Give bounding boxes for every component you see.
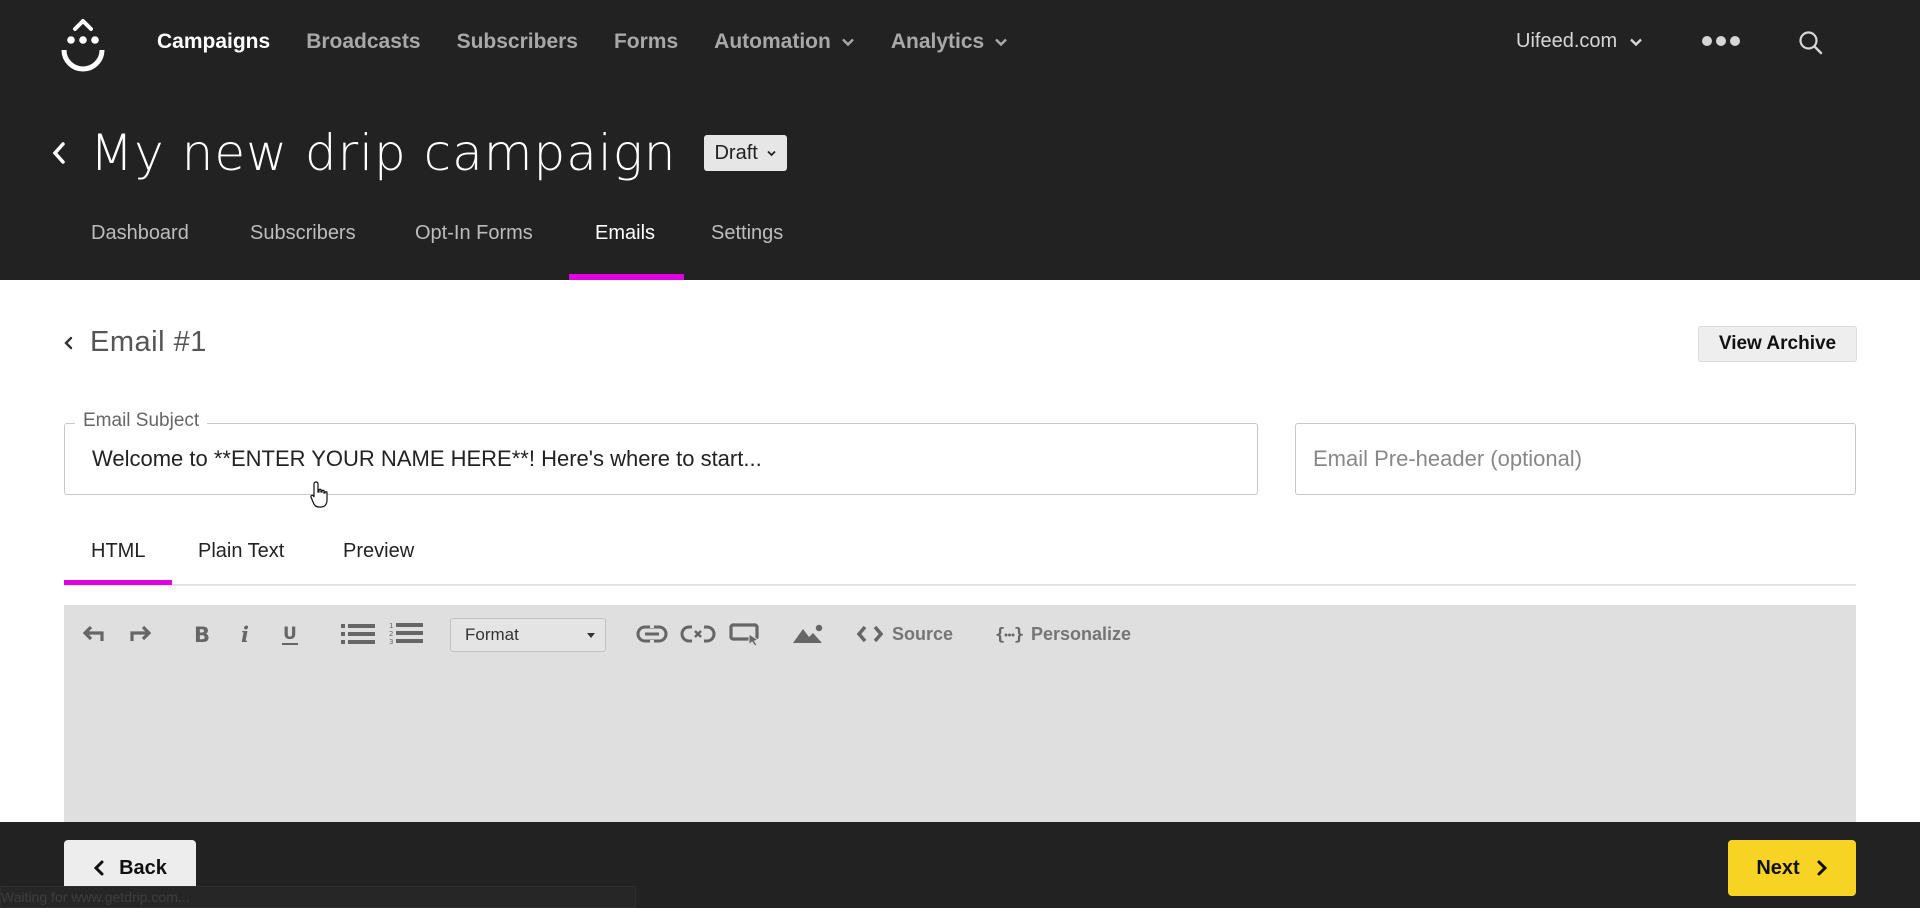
bullet-list-button[interactable]	[340, 619, 376, 649]
bullet-list-icon	[341, 624, 375, 644]
next-button[interactable]: Next	[1728, 840, 1856, 896]
bold-icon: B	[194, 623, 210, 645]
nav-broadcasts[interactable]: Broadcasts	[306, 30, 420, 54]
chevron-left-icon	[93, 860, 104, 876]
curly-braces-icon: {}	[995, 625, 1023, 645]
svg-text:}: }	[1014, 625, 1023, 645]
numbered-list-button[interactable]: 123	[388, 619, 424, 649]
format-dropdown[interactable]: Format	[450, 618, 606, 652]
bold-button[interactable]: B	[190, 619, 216, 649]
nav-subscribers[interactable]: Subscribers	[457, 30, 578, 54]
tab-plain-text[interactable]: Plain Text	[198, 540, 284, 563]
ellipsis-icon	[1702, 36, 1712, 46]
italic-icon: i	[241, 623, 249, 645]
email-heading: Email #1	[90, 326, 207, 358]
code-brackets-icon	[856, 625, 884, 643]
tab-preview[interactable]: Preview	[343, 540, 414, 563]
account-label: Uifeed.com	[1516, 30, 1618, 52]
svg-text:U: U	[283, 624, 297, 644]
svg-text:2: 2	[389, 630, 393, 638]
caret-down-icon	[587, 633, 595, 638]
tab-html[interactable]: HTML	[91, 540, 145, 563]
back-label: Back	[119, 856, 167, 879]
italic-button[interactable]: i	[236, 619, 258, 649]
search-icon[interactable]	[1798, 30, 1824, 56]
source-label: Source	[892, 623, 954, 644]
tab-settings[interactable]: Settings	[711, 222, 783, 245]
svg-text:3: 3	[389, 638, 393, 646]
nav-campaigns[interactable]: Campaigns	[157, 30, 270, 54]
link-icon	[636, 624, 668, 644]
svg-text:1: 1	[389, 622, 393, 630]
email-preheader-field	[1295, 423, 1856, 495]
image-mountain-icon	[793, 624, 823, 643]
nav-broadcasts-label: Broadcasts	[306, 30, 421, 53]
email-back-link[interactable]: Email #1	[62, 326, 207, 359]
chevron-down-icon	[767, 150, 776, 156]
nav-subscribers-label: Subscribers	[456, 30, 578, 53]
nav-automation[interactable]: Automation	[714, 30, 855, 54]
tab-dashboard[interactable]: Dashboard	[91, 222, 189, 245]
svg-text:i: i	[241, 623, 249, 645]
undo-icon	[82, 625, 104, 641]
tab-emails[interactable]: Emails	[595, 222, 655, 245]
underline-icon: U	[282, 624, 298, 645]
active-tab-indicator	[569, 274, 684, 280]
ellipsis-icon	[1730, 36, 1740, 46]
email-subject-label: Email Subject	[75, 410, 208, 432]
email-preheader-input[interactable]	[1313, 446, 1833, 472]
account-switcher[interactable]: Uifeed.com	[1516, 30, 1643, 53]
campaign-title-row: My new drip campaign Draft	[48, 124, 787, 182]
personalize-label: Personalize	[1031, 623, 1132, 644]
source-button[interactable]: Source	[856, 619, 966, 649]
email-subject-field: Email Subject	[64, 410, 1258, 495]
ellipsis-icon	[1716, 36, 1726, 46]
nav-campaigns-label: Campaigns	[157, 30, 271, 53]
numbered-list-icon: 123	[389, 622, 423, 646]
insert-button-button[interactable]	[728, 619, 762, 649]
email-subject-input[interactable]	[92, 446, 1232, 472]
personalize-button[interactable]: {} Personalize	[995, 619, 1145, 649]
back-chevron-icon	[64, 336, 73, 349]
insert-link-button[interactable]	[635, 619, 669, 649]
svg-text:{: {	[995, 625, 1005, 645]
more-menu-button[interactable]	[1702, 36, 1740, 46]
editor-tabs: HTML Plain Text Preview	[64, 530, 1856, 586]
nav-forms-label: Forms	[613, 30, 679, 53]
html-editor[interactable]: B i U 123 Format Source {} Personalize	[64, 605, 1856, 825]
undo-button[interactable]	[80, 619, 110, 649]
view-archive-button[interactable]: View Archive	[1698, 326, 1857, 362]
hand-cursor-icon	[310, 481, 328, 508]
tab-subscribers[interactable]: Subscribers	[250, 222, 356, 245]
back-chevron-icon[interactable]	[48, 138, 70, 168]
chevron-down-icon	[995, 38, 1008, 47]
redo-icon	[130, 625, 152, 641]
underline-button[interactable]: U	[279, 619, 301, 649]
active-editor-tab-indicator	[64, 580, 172, 585]
chevron-right-icon	[1817, 860, 1827, 876]
next-label: Next	[1756, 856, 1800, 879]
top-header: Campaigns Broadcasts Subscribers Forms A…	[0, 0, 1920, 280]
chevron-down-icon	[1630, 38, 1643, 46]
insert-image-button[interactable]	[791, 619, 825, 649]
nav-automation-label: Automation	[714, 30, 831, 53]
tab-opt-in-forms[interactable]: Opt-In Forms	[415, 222, 533, 245]
page-title: My new drip campaign	[90, 124, 677, 182]
status-dropdown[interactable]: Draft	[704, 135, 787, 171]
remove-link-button[interactable]	[679, 619, 717, 649]
svg-text:B: B	[194, 623, 210, 645]
browser-status-bar: Waiting for www.getdrip.com...	[0, 886, 636, 908]
nav-analytics-label: Analytics	[890, 30, 985, 53]
nav-forms[interactable]: Forms	[614, 30, 678, 54]
nav-analytics[interactable]: Analytics	[891, 30, 1008, 54]
unlink-icon	[680, 625, 716, 643]
chevron-down-icon	[841, 38, 854, 47]
button-cursor-icon	[729, 623, 760, 646]
format-label: Format	[465, 625, 519, 644]
status-label: Draft	[714, 141, 758, 164]
drip-logo-icon[interactable]	[60, 16, 106, 74]
main-nav: Campaigns Broadcasts Subscribers Forms A…	[157, 30, 1044, 54]
redo-button[interactable]	[124, 619, 154, 649]
